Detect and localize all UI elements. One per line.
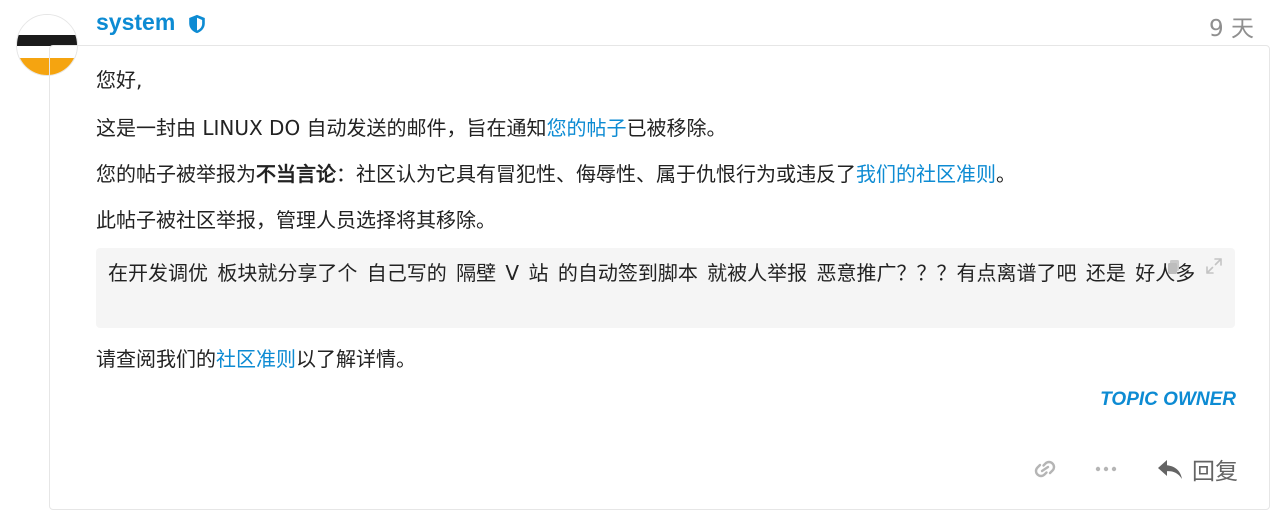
- reply-label: 回复: [1192, 459, 1238, 485]
- action-line: 此帖子被社区举报，管理人员选择将其移除。: [96, 208, 496, 232]
- reply-arrow-icon: [1158, 460, 1182, 479]
- post-date[interactable]: 9 天: [1209, 9, 1254, 43]
- notice-line: 这是一封由 LINUX DO 自动发送的邮件，旨在通知您的帖子已被移除。: [96, 114, 727, 142]
- guidelines-text-end: 以了解详情。: [296, 347, 416, 371]
- reason-category: 不当言论: [256, 162, 336, 186]
- shield-icon: [189, 14, 205, 34]
- guidelines-link[interactable]: 社区准则: [216, 347, 296, 371]
- reply-button[interactable]: 回复: [1152, 452, 1242, 486]
- link-icon[interactable]: [1032, 457, 1058, 481]
- topic-owner-badge: TOPIC OWNER: [1100, 389, 1236, 410]
- greeting: 您好,: [96, 68, 143, 92]
- author-name[interactable]: system: [96, 9, 175, 36]
- ellipsis-icon[interactable]: [1094, 460, 1118, 478]
- expand-icon[interactable]: [1206, 258, 1222, 274]
- guidelines-line: 请查阅我们的社区准则以了解详情。: [96, 345, 416, 373]
- post: system 9 天 您好, 这是一封由 LINUX DO 自动发送的邮件，旨在…: [0, 0, 1280, 524]
- quoted-post-text: 在开发调优 板块就分享了个 自己写的 隔壁 V 站 的自动签到脚本 就被人举报 …: [108, 261, 1196, 285]
- guidelines-text: 请查阅我们的: [96, 347, 216, 371]
- reason-text-end: 。: [996, 162, 1016, 186]
- copy-icon[interactable]: [1166, 259, 1182, 275]
- reason-description: ：社区认为它具有冒犯性、侮辱性、属于仇恨行为或违反了: [336, 162, 856, 186]
- quoted-post: 在开发调优 板块就分享了个 自己写的 隔壁 V 站 的自动签到脚本 就被人举报 …: [96, 248, 1235, 328]
- your-post-link[interactable]: 您的帖子: [547, 116, 627, 140]
- community-guidelines-link[interactable]: 我们的社区准则: [856, 162, 996, 186]
- notice-text-end: 已被移除。: [626, 116, 727, 140]
- reason-line: 您的帖子被举报为不当言论：社区认为它具有冒犯性、侮辱性、属于仇恨行为或违反了我们…: [96, 160, 1016, 188]
- reason-text: 您的帖子被举报为: [96, 162, 256, 186]
- notice-text: 这是一封由 LINUX DO 自动发送的邮件，旨在通知: [96, 116, 547, 140]
